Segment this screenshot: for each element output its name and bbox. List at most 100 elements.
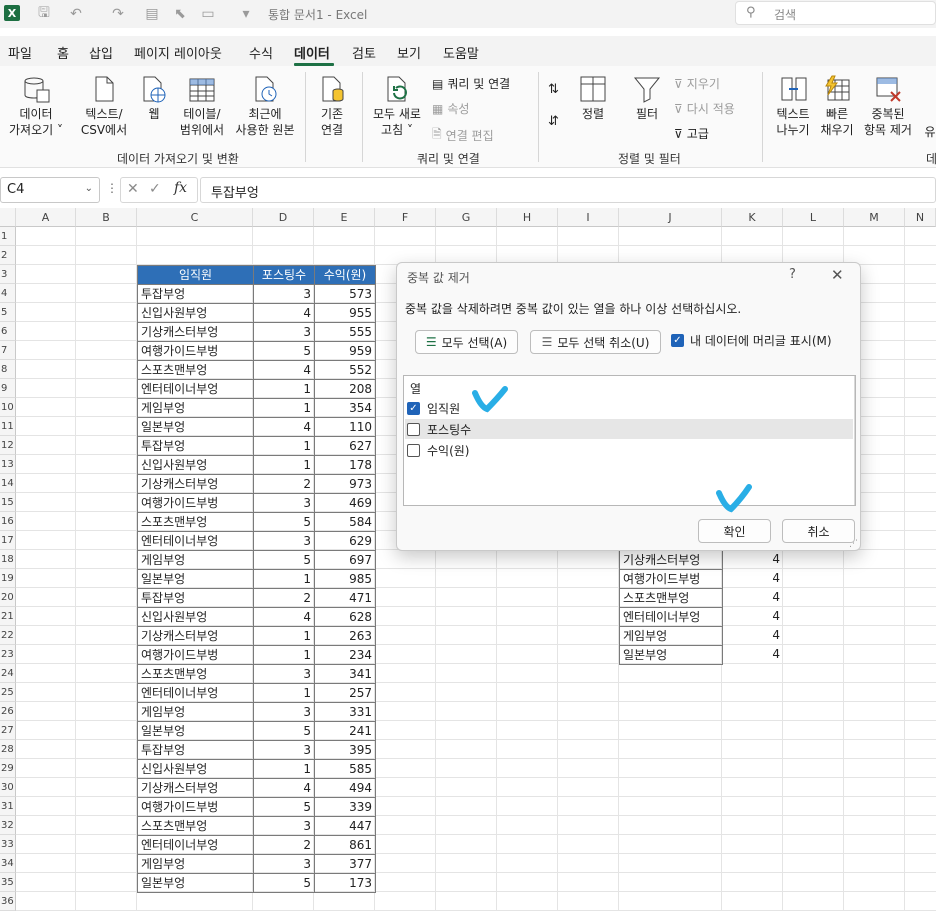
table-header-cell[interactable]: 포스팅수 — [253, 265, 315, 285]
table-cell[interactable]: 여행가이드부벙 — [137, 493, 254, 513]
edit-links-button[interactable]: 🗎 연결 편집 — [432, 125, 494, 146]
row-header[interactable]: 5 — [0, 303, 16, 322]
table-cell[interactable]: 4 — [253, 778, 315, 798]
table-cell[interactable]: 584 — [314, 512, 376, 532]
column-header[interactable]: C — [137, 208, 253, 227]
side-table-cell[interactable]: 스포츠맨부엉 — [619, 588, 723, 608]
row-header[interactable]: 19 — [0, 569, 16, 588]
row-header[interactable]: 3 — [0, 265, 16, 284]
cancel-x-icon[interactable]: ✕ — [127, 181, 139, 197]
table-cell[interactable]: 5 — [253, 550, 315, 570]
name-box[interactable]: C4 ⌄ — [0, 177, 100, 203]
table-cell[interactable]: 신입사원부엉 — [137, 303, 254, 323]
row-header[interactable]: 14 — [0, 474, 16, 493]
table-cell[interactable]: 5 — [253, 512, 315, 532]
more-options-icon[interactable]: ⋮ — [106, 181, 118, 195]
table-cell[interactable]: 1 — [253, 379, 315, 399]
table-cell[interactable]: 959 — [314, 341, 376, 361]
row-header[interactable]: 29 — [0, 759, 16, 778]
row-header[interactable]: 32 — [0, 816, 16, 835]
column-header[interactable]: K — [722, 208, 783, 227]
tab-view[interactable]: 보기 — [397, 43, 421, 62]
table-cell[interactable]: 110 — [314, 417, 376, 437]
table-cell[interactable]: 173 — [314, 873, 376, 893]
enter-check-icon[interactable]: ✓ — [149, 181, 161, 197]
sort-button[interactable]: 정렬 — [576, 74, 610, 122]
ok-button[interactable]: 확인 — [698, 519, 771, 543]
unselect-all-button[interactable]: ☰ 모두 선택 취소(U) — [530, 330, 661, 354]
table-cell[interactable]: 1 — [253, 645, 315, 665]
row-header[interactable]: 24 — [0, 664, 16, 683]
column-header[interactable]: A — [16, 208, 76, 227]
table-cell[interactable]: 5 — [253, 341, 315, 361]
table-cell[interactable]: 585 — [314, 759, 376, 779]
table-cell[interactable]: 5 — [253, 797, 315, 817]
table-cell[interactable]: 2 — [253, 835, 315, 855]
table-cell[interactable]: 469 — [314, 493, 376, 513]
table-cell[interactable]: 투잡부엉 — [137, 436, 254, 456]
column-item-posts[interactable]: 포스팅수 — [405, 419, 853, 439]
customize-toolbar-icon[interactable]: ▾ — [236, 4, 256, 24]
table-cell[interactable]: 게임부엉 — [137, 854, 254, 874]
table-cell[interactable]: 3 — [253, 493, 315, 513]
table-cell[interactable]: 573 — [314, 284, 376, 304]
row-header[interactable]: 2 — [0, 246, 16, 265]
row-header[interactable]: 20 — [0, 588, 16, 607]
side-table-count-cell[interactable]: 4 — [722, 550, 783, 569]
tab-insert[interactable]: 삽입 — [89, 43, 113, 62]
recent-sources-button[interactable]: 최근에 사용한 원본 — [232, 74, 298, 138]
table-cell[interactable]: 339 — [314, 797, 376, 817]
table-cell[interactable]: 627 — [314, 436, 376, 456]
table-cell[interactable]: 엔터테이너부엉 — [137, 683, 254, 703]
row-header[interactable]: 22 — [0, 626, 16, 645]
table-cell[interactable]: 3 — [253, 702, 315, 722]
table-cell[interactable]: 395 — [314, 740, 376, 760]
column-header[interactable]: I — [558, 208, 619, 227]
row-header[interactable]: 6 — [0, 322, 16, 341]
pointer-icon[interactable]: ⬉ — [170, 4, 190, 24]
side-table-cell[interactable]: 게임부엉 — [619, 626, 723, 646]
table-cell[interactable]: 354 — [314, 398, 376, 418]
table-cell[interactable]: 1 — [253, 455, 315, 475]
row-header[interactable]: 17 — [0, 531, 16, 550]
table-cell[interactable]: 일본부엉 — [137, 873, 254, 893]
advanced-filter-button[interactable]: ⊽ 고급 — [674, 125, 709, 142]
row-header[interactable]: 7 — [0, 341, 16, 360]
row-header[interactable]: 1 — [0, 227, 16, 246]
undo-icon[interactable]: ↶ — [66, 4, 86, 24]
column-header[interactable]: E — [314, 208, 375, 227]
row-header[interactable]: 10 — [0, 398, 16, 417]
clear-filter-button[interactable]: ⊽ 지우기 — [674, 75, 720, 92]
table-cell[interactable]: 1 — [253, 759, 315, 779]
table-cell[interactable]: 스포츠맨부엉 — [137, 512, 254, 532]
table-cell[interactable]: 331 — [314, 702, 376, 722]
table-cell[interactable]: 게임부엉 — [137, 550, 254, 570]
text-to-columns-button[interactable]: 텍스트 나누기 — [770, 74, 816, 138]
flash-fill-button[interactable]: 빠른 채우기 — [816, 74, 858, 138]
row-header[interactable]: 4 — [0, 284, 16, 303]
table-cell[interactable]: 3 — [253, 531, 315, 551]
table-cell[interactable]: 스포츠맨부엉 — [137, 816, 254, 836]
table-cell[interactable]: 628 — [314, 607, 376, 627]
help-button[interactable]: ? — [789, 267, 796, 282]
row-header[interactable]: 9 — [0, 379, 16, 398]
queries-connections-button[interactable]: ▤ 쿼리 및 연결 — [432, 75, 510, 92]
table-header-cell[interactable]: 수익(원) — [314, 265, 376, 285]
table-cell[interactable]: 178 — [314, 455, 376, 475]
column-header[interactable]: L — [783, 208, 844, 227]
table-cell[interactable]: 1 — [253, 683, 315, 703]
row-header[interactable]: 35 — [0, 873, 16, 892]
from-web-button[interactable]: 웹 — [137, 74, 171, 122]
table-cell[interactable]: 263 — [314, 626, 376, 646]
side-table-count-cell[interactable]: 4 — [722, 645, 783, 664]
table-cell[interactable]: 3 — [253, 322, 315, 342]
table-cell[interactable]: 1 — [253, 569, 315, 589]
row-header[interactable]: 34 — [0, 854, 16, 873]
refresh-all-button[interactable]: 모두 새로 고침 ˅ — [368, 74, 426, 138]
column-header[interactable]: G — [436, 208, 497, 227]
column-header[interactable]: J — [619, 208, 722, 227]
redo-icon[interactable]: ↷ — [108, 4, 128, 24]
formula-input[interactable]: 투잡부엉 — [200, 177, 936, 203]
row-header[interactable]: 27 — [0, 721, 16, 740]
column-item-revenue[interactable]: 수익(원) — [405, 440, 853, 460]
